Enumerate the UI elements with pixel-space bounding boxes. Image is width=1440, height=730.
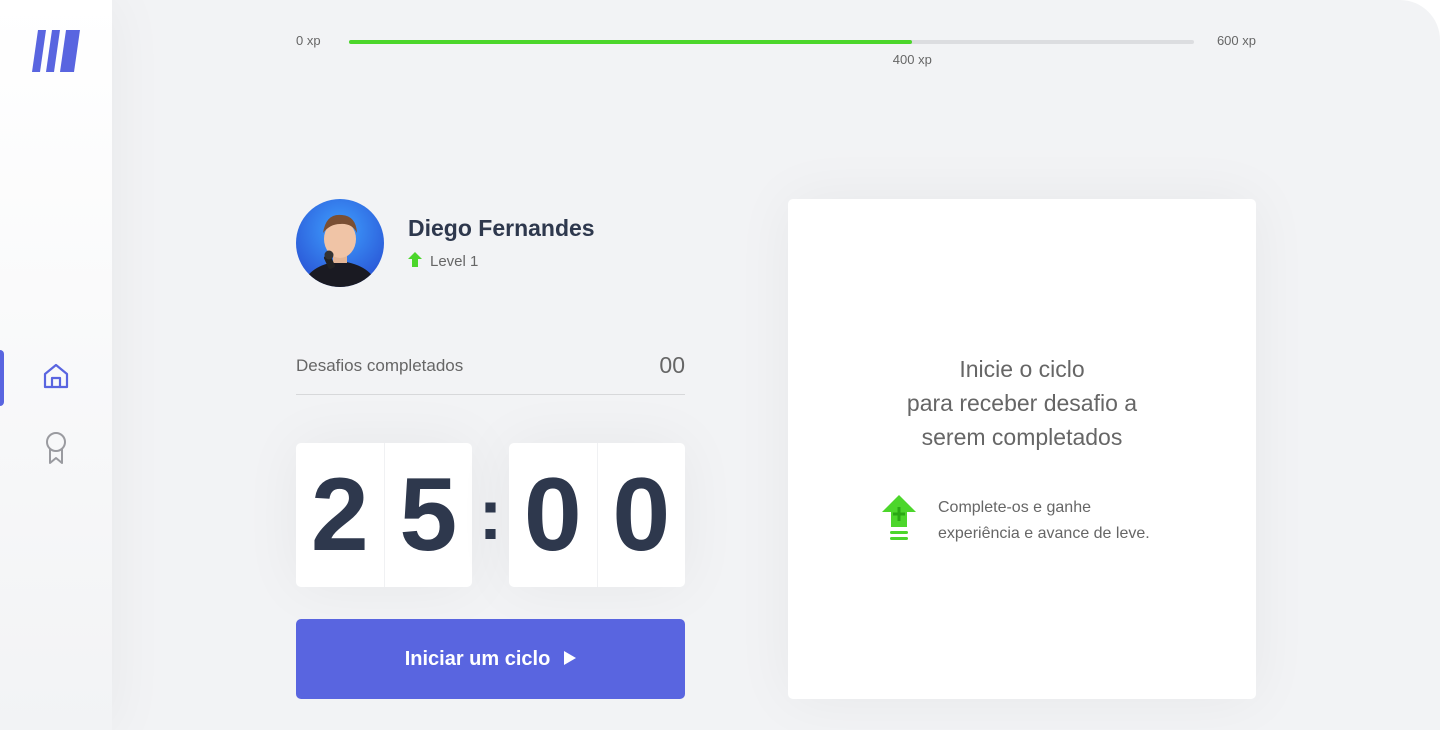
experience-bar: 0 xp 400 xp 600 xp (296, 30, 1256, 70)
challenge-hint-line: Complete-os e ganhe (938, 499, 1091, 516)
challenge-hint-line: experiência e avance de leve. (938, 525, 1150, 542)
completed-challenges-count: 00 (659, 352, 685, 378)
xp-current-label: 400 xp (892, 52, 932, 67)
profile-level: Level 1 (408, 252, 478, 271)
level-up-arrow-icon (408, 252, 422, 271)
start-cycle-label: Iniciar um ciclo (404, 647, 551, 670)
challenge-hint-text: Complete-os e ganhe experiência e avance… (938, 495, 1178, 547)
profile: Diego Fernandes Level 1 (296, 199, 696, 287)
play-icon (564, 648, 577, 671)
start-cycle-button[interactable]: Iniciar um ciclo (296, 619, 685, 699)
completed-challenges: Desafios completados 00 (296, 350, 685, 395)
challenge-title-line: para receber desafio a (906, 390, 1138, 416)
avatar (296, 199, 384, 287)
home-icon (42, 362, 70, 395)
minute-digit-right: 5 (383, 443, 473, 587)
xp-track (349, 40, 1194, 44)
second-digit-right: 0 (596, 443, 686, 587)
sidebar (0, 0, 112, 730)
profile-name: Diego Fernandes (408, 215, 595, 241)
second-digit-left: 0 (523, 457, 582, 573)
challenge-title: Inicie o ciclo para receber desafio a se… (788, 352, 1256, 454)
countdown-minutes: 2 5 (296, 443, 472, 587)
xp-max-label: 600 xp (1216, 33, 1256, 48)
award-icon (43, 431, 69, 470)
challenge-hint: Complete-os e ganhe experiência e avance… (882, 495, 1178, 548)
nav-home[interactable] (0, 350, 112, 406)
moveit-logo-icon (32, 30, 80, 74)
xp-fill (349, 40, 913, 44)
countdown-seconds: 0 0 (509, 443, 685, 587)
countdown-separator: : (478, 475, 503, 555)
xp-min-label: 0 xp (296, 33, 321, 48)
challenge-box: Inicie o ciclo para receber desafio a se… (788, 199, 1256, 699)
app-window: 0 xp 400 xp 600 xp Diego Fernandes Level… (0, 0, 1440, 730)
minute-digit-left: 2 (310, 457, 369, 573)
level-up-icon (882, 495, 916, 548)
level-label: Level 1 (430, 253, 479, 270)
nav-awards[interactable] (0, 422, 112, 478)
completed-challenges-label: Desafios completados (296, 356, 464, 375)
challenge-title-line: Inicie o ciclo (959, 356, 1085, 382)
challenge-title-line: serem completados (921, 424, 1123, 450)
